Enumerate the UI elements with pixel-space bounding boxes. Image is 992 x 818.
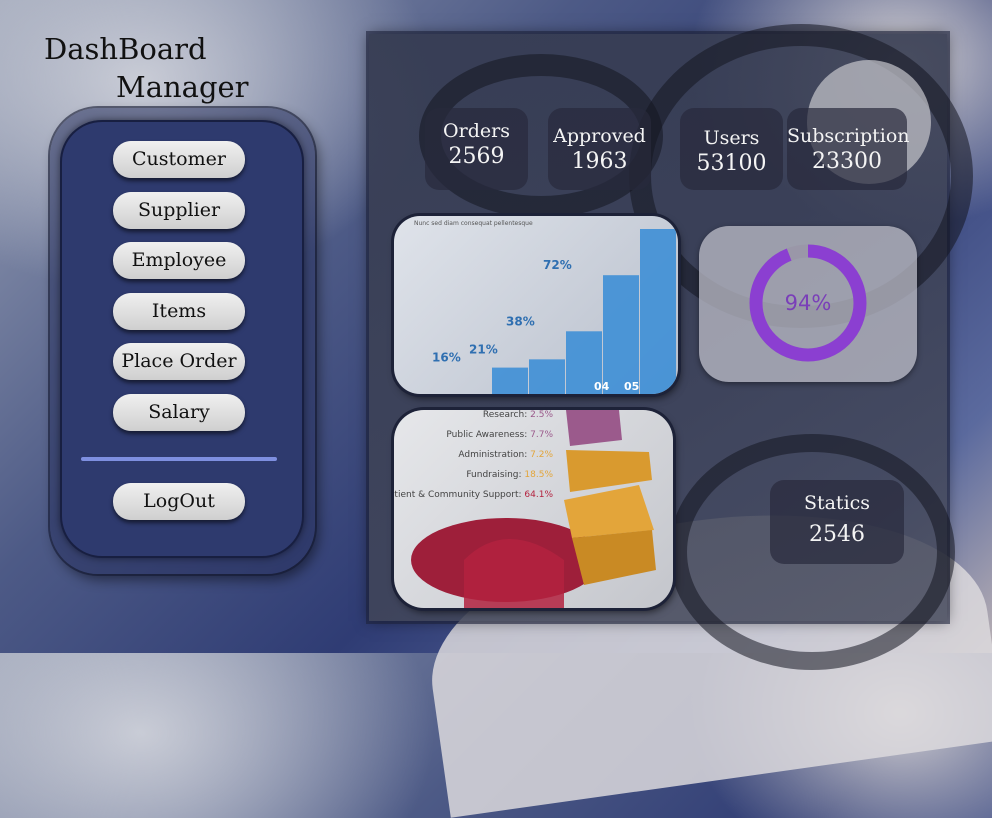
bar-0 (492, 367, 528, 394)
pie-chart-card[interactable]: Research: 2.5% Public Awareness: 7.7% Ad… (394, 410, 673, 608)
statics-stat: Statics 2546 (770, 480, 904, 564)
pie-slice-public-awareness (566, 410, 622, 446)
statics-value: 2546 (809, 522, 865, 547)
donut-chart-card[interactable]: 94% (699, 226, 917, 382)
orders-label: Orders (443, 120, 510, 142)
users-stat: Users 53100 (680, 108, 783, 190)
supplier-button[interactable]: Supplier (113, 192, 245, 229)
bar-bottom-label-0: 04 (594, 380, 610, 393)
approved-stat: Approved 1963 (548, 108, 651, 190)
subscription-label: Subscription (787, 125, 910, 147)
sidebar-divider (81, 457, 277, 461)
pie-label-public-awareness: Public Awareness: 7.7% (446, 430, 553, 440)
subscription-value: 23300 (812, 149, 882, 174)
donut-percent-text: 94% (785, 291, 832, 315)
bar-bottom-label-1: 05 (624, 380, 639, 393)
logout-button[interactable]: LogOut (113, 483, 245, 520)
orders-stat: Orders 2569 (425, 108, 528, 190)
pie-slice-fundraising (564, 485, 654, 538)
salary-button[interactable]: Salary (113, 394, 245, 431)
donut-chart: 94% (749, 244, 867, 362)
statics-label: Statics (803, 492, 871, 514)
bar-chart: Nunc sed diam consequat pellentesque 16%… (414, 220, 676, 394)
pie-slice-fundraising-side (572, 530, 656, 585)
place-order-button[interactable]: Place Order (113, 343, 245, 380)
approved-value: 1963 (571, 149, 628, 174)
approved-label: Approved (553, 125, 646, 147)
pie-label-patient-support: Patient & Community Support: 64.1% (394, 490, 553, 500)
orders-value: 2569 (448, 144, 505, 169)
pie-label-research: Research: 2.5% (482, 410, 553, 420)
pie-label-fundraising: Fundraising: 18.5% (466, 470, 553, 480)
pie-label-administration: Administration: 7.2% (458, 450, 553, 460)
app-title-line1: DashBoard (44, 32, 207, 66)
subscription-stat: Subscription 23300 (787, 108, 910, 190)
bar-label-3: 72% (543, 258, 572, 272)
app-title-line2: Manager (116, 70, 249, 104)
users-label: Users (703, 127, 760, 149)
bar-label-1: 21% (469, 342, 498, 356)
bar-4 (640, 229, 676, 394)
items-button[interactable]: Items (113, 293, 245, 330)
bar-chart-caption: Nunc sed diam consequat pellentesque (414, 220, 533, 227)
bar-label-2: 38% (506, 314, 535, 328)
bar-3 (603, 275, 639, 394)
users-value: 53100 (696, 151, 767, 176)
bar-chart-card[interactable]: Nunc sed diam consequat pellentesque 16%… (394, 216, 678, 394)
bar-label-0: 16% (432, 351, 461, 365)
customer-button[interactable]: Customer (113, 141, 245, 178)
employee-button[interactable]: Employee (113, 242, 245, 279)
bar-1 (529, 359, 565, 394)
